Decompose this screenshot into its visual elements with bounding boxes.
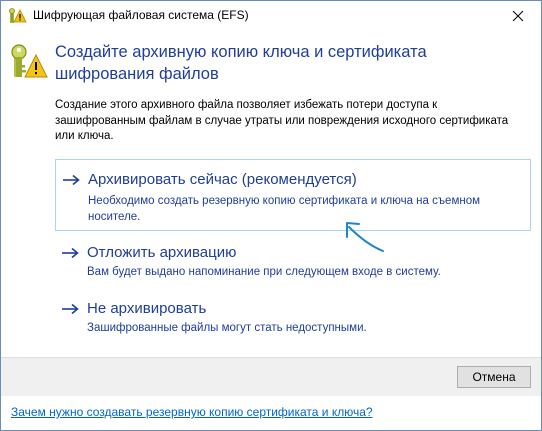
option-title: Не архивировать (87, 300, 207, 317)
option-title: Отложить архивацию (87, 244, 237, 261)
efs-dialog-window: Шифрующая файловая система (EFS) Создайт… (0, 0, 542, 431)
option-postpone[interactable]: Отложить архивацию Вам будет выдано напо… (55, 239, 531, 285)
arrow-right-icon (63, 174, 80, 186)
cancel-button[interactable]: Отмена (457, 366, 531, 388)
option-backup-now[interactable]: Архивировать сейчас (рекомендуется) Необ… (55, 159, 531, 231)
option-description: Вам будет выдано напоминание при следующ… (87, 266, 441, 278)
close-button[interactable] (495, 1, 541, 31)
option-title: Архивировать сейчас (рекомендуется) (88, 171, 357, 188)
close-icon (512, 10, 524, 22)
key-warning-icon (11, 44, 48, 78)
page-heading: Создайте архивную копию ключа и сертифик… (55, 43, 427, 83)
efs-key-warning-icon (9, 8, 27, 23)
arrow-right-icon (62, 247, 79, 259)
option-description: Зашифрованные файлы могут стать недоступ… (87, 322, 367, 334)
title-bar[interactable]: Шифрующая файловая система (EFS) (1, 1, 541, 31)
window-title: Шифрующая файловая система (EFS) (33, 8, 249, 22)
dialog-footer: Отмена (1, 357, 541, 396)
help-link[interactable]: Зачем нужно создавать резервную копию се… (11, 405, 373, 419)
arrow-right-icon (62, 303, 79, 315)
option-description: Необходимо создать резервную копию серти… (88, 195, 480, 223)
annotation-arrow-icon (346, 222, 384, 252)
page-description: Создание этого архивного файла позволяет… (55, 99, 509, 142)
option-no-backup[interactable]: Не архивировать Зашифрованные файлы могу… (55, 295, 531, 341)
